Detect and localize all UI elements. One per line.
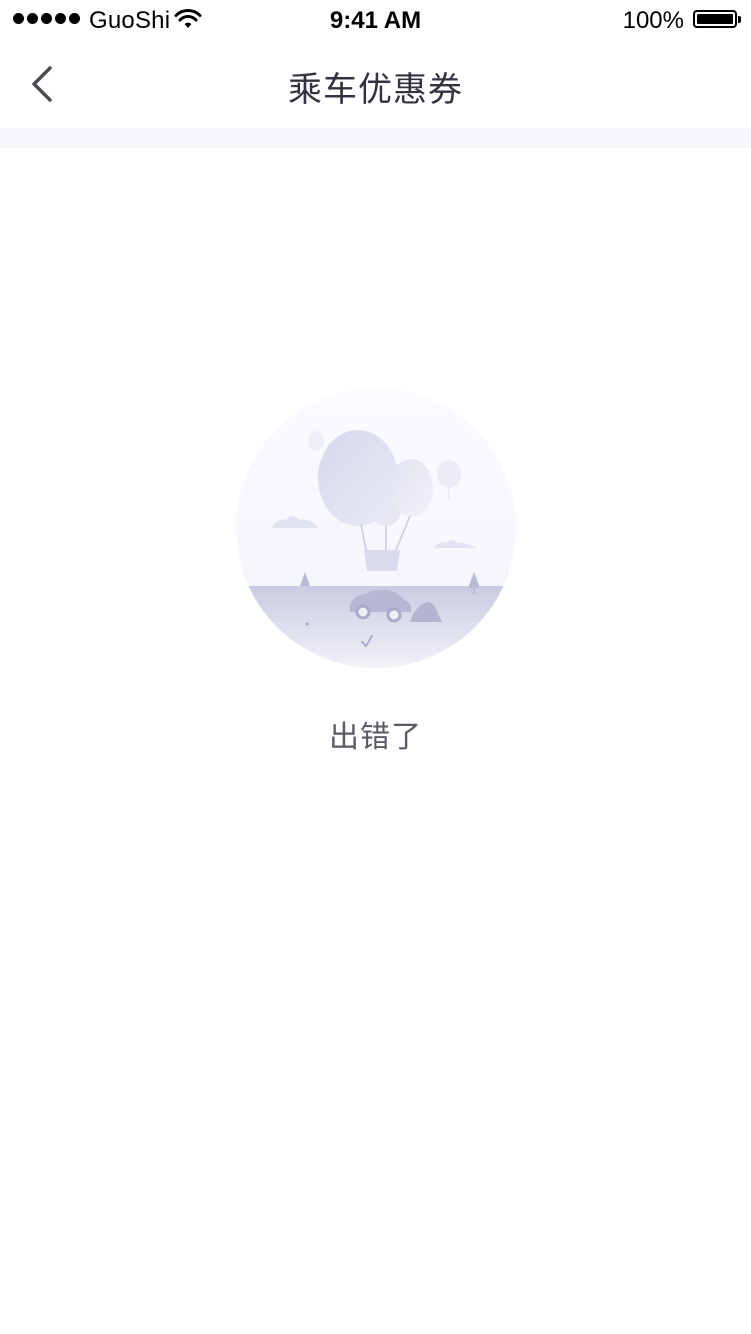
header-divider: [0, 128, 751, 148]
error-message: 出错了: [329, 721, 422, 754]
hot-air-balloon-illustration: [236, 388, 516, 668]
status-bar: GuoShi 9:41 AM 100%: [0, 0, 751, 40]
battery-percentage: 100%: [622, 7, 684, 34]
battery-icon: [693, 10, 741, 28]
page-title: 乘车优惠券: [288, 71, 463, 109]
screen: GuoShi 9:41 AM 100% 乘车优惠券 出错了: [0, 0, 751, 1334]
navigation-bar: 乘车优惠券: [0, 40, 751, 128]
